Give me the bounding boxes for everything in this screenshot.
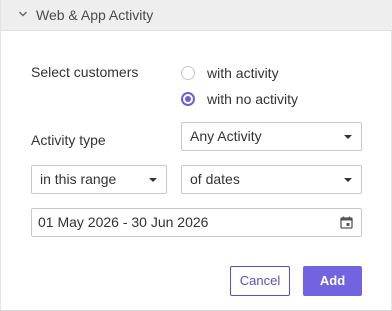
select-customers-label: Select customers [31, 64, 139, 80]
add-button[interactable]: Add [303, 266, 362, 296]
radio-with-no-activity[interactable]: with no activity [181, 91, 298, 107]
radio-label: with no activity [207, 91, 299, 107]
range-operator-select[interactable]: in this range [31, 165, 167, 194]
dropdown-caret-icon [344, 135, 352, 139]
section-header[interactable]: Web & App Activity [1, 0, 392, 31]
chevron-down-icon[interactable] [18, 9, 28, 19]
date-range-value: 01 May 2026 - 30 Jun 2026 [38, 214, 209, 230]
calendar-icon[interactable] [340, 216, 353, 229]
range-operator-value: in this range [40, 171, 117, 187]
activity-type-value: Any Activity [190, 128, 262, 144]
range-unit-value: of dates [190, 171, 240, 187]
date-range-input[interactable]: 01 May 2026 - 30 Jun 2026 [31, 208, 362, 237]
activity-type-label: Activity type [31, 132, 106, 148]
activity-filter-panel: Web & App Activity Select customers with… [0, 0, 392, 311]
radio-label: with activity [207, 65, 279, 81]
activity-type-select[interactable]: Any Activity [181, 122, 362, 151]
dropdown-caret-icon [149, 178, 157, 182]
section-title: Web & App Activity [36, 7, 154, 23]
radio-button-selected[interactable] [181, 92, 195, 106]
dropdown-caret-icon [344, 178, 352, 182]
cancel-button[interactable]: Cancel [230, 266, 290, 296]
radio-with-activity[interactable]: with activity [181, 65, 279, 81]
range-unit-select[interactable]: of dates [181, 165, 362, 194]
radio-button[interactable] [181, 66, 195, 80]
